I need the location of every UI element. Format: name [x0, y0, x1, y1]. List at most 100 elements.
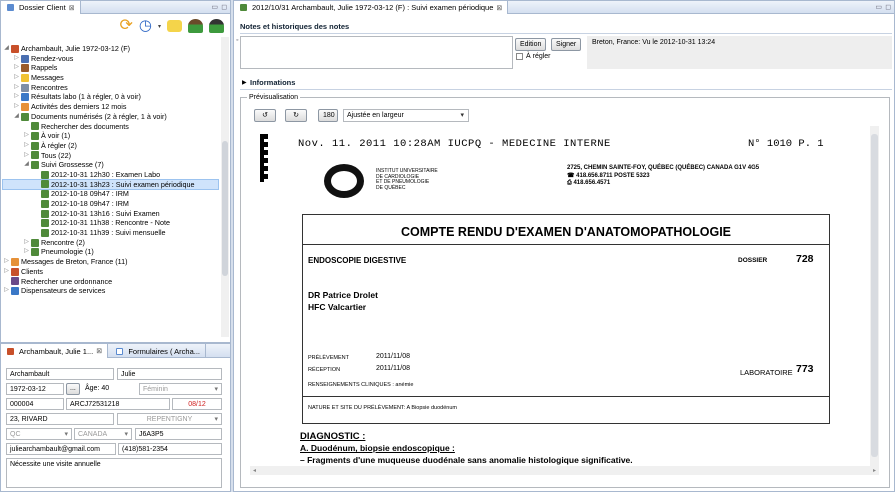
chevron-right-icon[interactable]: ▷ — [23, 131, 30, 141]
tree-item[interactable]: ▷ Dispensateurs de services — [3, 286, 218, 296]
chevron-expanded-icon[interactable]: ◢ — [13, 112, 20, 122]
chevron-right-icon[interactable]: ▷ — [13, 54, 20, 64]
a-regler-checkbox[interactable] — [516, 53, 523, 60]
chevron-right-icon[interactable]: ▷ — [23, 141, 30, 151]
tree-scrollbar-thumb[interactable] — [222, 141, 228, 276]
tab-dossier-client[interactable]: Dossier Client ⊠ — [1, 1, 81, 14]
chevron-right-icon[interactable]: ▷ — [13, 73, 20, 83]
clock-icon[interactable]: ◷ — [139, 18, 152, 34]
chevron-right-icon[interactable]: ▷ — [3, 267, 10, 277]
rotate-left-button[interactable]: ↺ — [254, 109, 276, 122]
tab-formulaires[interactable]: Formulaires ( Archa... — [110, 344, 206, 358]
chevron-right-icon[interactable]: ▷ — [3, 257, 10, 267]
tree-item[interactable]: ▷ À régler (2) — [3, 141, 218, 151]
rotate-right-button[interactable]: ↻ — [285, 109, 307, 122]
document-icon — [41, 180, 49, 189]
chevron-right-icon[interactable]: ▷ — [13, 83, 20, 93]
tree-item[interactable]: 2012-10-18 09h47 : IRM — [3, 199, 218, 209]
firstname-field[interactable]: Julie — [117, 368, 222, 380]
tab-note-label: 2012/10/31 Archambault, Julie 1972-03-12… — [252, 3, 494, 12]
tree-scrollbar[interactable] — [221, 37, 229, 337]
tree-item[interactable]: ▷ À voir (1) — [3, 131, 218, 141]
chevron-expanded-icon[interactable]: ◢ — [3, 44, 10, 54]
fit-select[interactable]: Ajustée en largeur ▾ — [343, 109, 469, 122]
tree-item[interactable]: ▷ Tous (22) — [3, 151, 218, 161]
user-check-icon[interactable] — [209, 19, 224, 33]
ramq-expiry-field[interactable]: 08/12 — [172, 398, 222, 410]
tree-item[interactable]: 2012-10-31 11h39 : Suivi mensuelle — [3, 228, 218, 238]
tree-item[interactable]: ▷ Pneumologie (1) — [3, 247, 218, 257]
address-field[interactable]: 23, RIVARD — [6, 413, 114, 425]
sex-select[interactable]: Féminin ▾ — [139, 383, 222, 395]
chevron-expanded-icon[interactable]: ◢ — [23, 160, 30, 170]
viewer-vscrollbar[interactable] — [870, 126, 879, 466]
tree-item[interactable]: 2012-10-31 13h16 : Suivi Examen — [3, 209, 218, 219]
tree-item[interactable]: ▷ Rappels — [3, 63, 218, 73]
chevron-right-icon[interactable]: ▷ — [13, 63, 20, 73]
email-field[interactable]: juliearchambault@gmail.com — [6, 443, 116, 455]
chevron-down-icon[interactable]: ▾ — [158, 23, 161, 30]
tree-item[interactable]: ◢ Suivi Grossesse (7) — [3, 160, 218, 170]
maximize-icon[interactable]: ◻ — [885, 3, 891, 11]
note-icon[interactable] — [167, 20, 182, 32]
city-select[interactable]: REPENTIGNY ▾ — [117, 413, 222, 425]
note-textarea[interactable] — [240, 36, 513, 69]
tree-item[interactable]: ◢ Documents numérisés (2 à régler, 1 à vo… — [3, 112, 218, 122]
phone-field[interactable]: (418)581-2354 — [118, 443, 222, 455]
tree-item[interactable]: ▷ Rencontre (2) — [3, 238, 218, 248]
tree-item[interactable]: Rechercher des documents — [3, 122, 218, 132]
tree-item[interactable]: ▷ Activités des derniers 12 mois — [3, 102, 218, 112]
chevron-right-icon[interactable]: ▷ — [13, 102, 20, 112]
file-number-field[interactable]: 000004 — [6, 398, 64, 410]
tab-note[interactable]: 2012/10/31 Archambault, Julie 1972-03-12… — [234, 1, 509, 14]
edition-button[interactable]: Edition — [515, 38, 547, 51]
chevron-right-icon[interactable]: ▷ — [23, 151, 30, 161]
close-icon[interactable]: ⊠ — [96, 347, 102, 355]
add-user-icon[interactable] — [188, 19, 203, 33]
birthdate-field[interactable]: 1972-03-12 — [6, 383, 64, 395]
chevron-right-icon[interactable]: ▶ — [242, 79, 247, 86]
zoom-button[interactable]: 180 — [318, 109, 338, 122]
tree-item[interactable]: ▷ Résultats labo (1 à régler, 0 à voir) — [3, 92, 218, 102]
expand-icon[interactable]: ◦ — [236, 37, 238, 44]
signer-button[interactable]: Signer — [551, 38, 582, 51]
ramq-field[interactable]: ARCJ72531218 — [66, 398, 170, 410]
tree-item[interactable]: 2012-10-18 09h47 : IRM — [3, 189, 218, 199]
country-select[interactable]: CANADA ▾ — [74, 428, 132, 440]
tree-item[interactable]: 2012-10-31 12h30 : Examen Labo — [3, 170, 218, 180]
minimize-icon[interactable]: ▭ — [211, 3, 218, 11]
refresh-icon[interactable]: ⟳ — [119, 18, 132, 34]
tree-item[interactable]: 2012-10-31 13h23 : Suivi examen périodiq… — [2, 178, 219, 191]
chevron-right-icon[interactable]: ▷ — [3, 286, 10, 296]
chevron-right-icon[interactable]: ▷ — [23, 238, 30, 248]
scroll-right-icon[interactable]: ▸ — [873, 467, 876, 474]
tree-item[interactable]: Rechercher une ordonnance — [3, 277, 218, 287]
patient-note-field[interactable]: Nécessite une visite annuelle — [6, 458, 222, 488]
birthdate-picker-button[interactable]: ... — [66, 383, 80, 395]
tree-item[interactable]: ◢ Archambault, Julie 1972-03-12 (F) — [3, 44, 218, 54]
minimize-icon[interactable]: ▭ — [875, 3, 882, 11]
maximize-icon[interactable]: ◻ — [221, 3, 227, 11]
tree-item[interactable]: ▷ Messages — [3, 73, 218, 83]
tree-item[interactable]: ▷ Rendez-vous — [3, 54, 218, 64]
chevron-right-icon[interactable]: ▷ — [13, 92, 20, 102]
chevron-right-icon[interactable]: ▷ — [23, 247, 30, 257]
tree-item[interactable]: ▷ Clients — [3, 267, 218, 277]
close-icon[interactable]: ⊠ — [69, 4, 75, 12]
informations-section[interactable]: Informations — [250, 78, 295, 87]
scroll-left-icon[interactable]: ◂ — [253, 467, 256, 474]
tree-item[interactable]: ▷ Messages de Breton, France (11) — [3, 257, 218, 267]
viewer-vscrollbar-thumb[interactable] — [871, 134, 878, 457]
tab-patient[interactable]: Archambault, Julie 1... ⊠ — [1, 344, 109, 358]
postal-code-field[interactable]: J6A3P5 — [135, 428, 222, 440]
tree-item[interactable]: ▷ Rencontres — [3, 83, 218, 93]
province-select[interactable]: QC ▾ — [6, 428, 72, 440]
document-viewer[interactable]: Nov. 11. 2011 10:28AM IUCPQ - MEDECINE I… — [250, 126, 883, 466]
close-icon[interactable]: ⊠ — [496, 4, 502, 12]
fax-header: Nov. 11. 2011 10:28AM IUCPQ - MEDECINE I… — [298, 138, 611, 150]
province-value: QC — [10, 431, 21, 438]
document-icon — [41, 170, 49, 179]
viewer-hscrollbar[interactable]: ◂ ▸ — [250, 466, 879, 475]
tree-item[interactable]: 2012-10-31 11h38 : Rencontre - Note — [3, 218, 218, 228]
lastname-field[interactable]: Archambault — [6, 368, 114, 380]
